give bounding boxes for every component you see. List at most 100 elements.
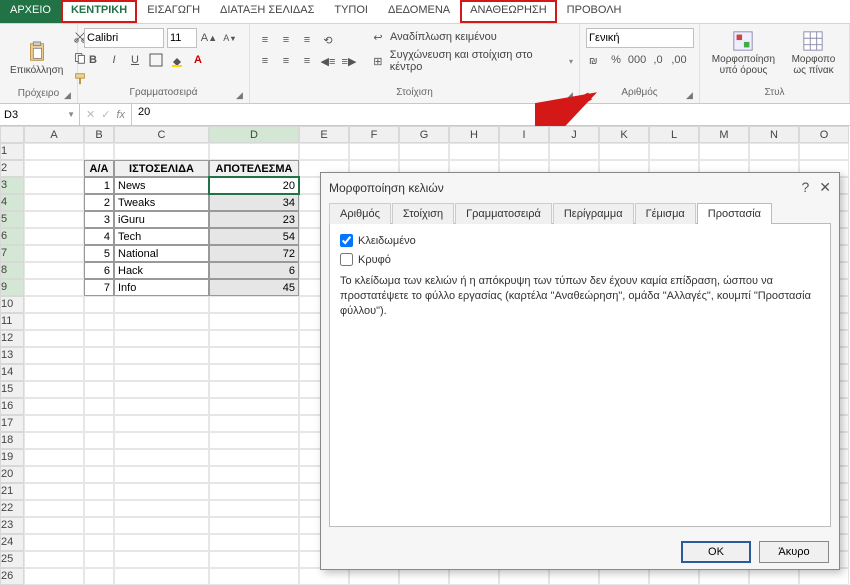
align-middle-button[interactable]: ≡ xyxy=(277,31,295,49)
cell-D23[interactable] xyxy=(209,517,299,534)
hidden-checkbox[interactable] xyxy=(340,253,353,266)
border-button[interactable] xyxy=(147,51,165,69)
cell-B9[interactable]: 7 xyxy=(84,279,114,296)
cell-N1[interactable] xyxy=(749,143,799,160)
cell-B10[interactable] xyxy=(84,296,114,313)
col-header-E[interactable]: E xyxy=(299,126,349,143)
font-name-select[interactable] xyxy=(84,28,164,48)
tab-review[interactable]: ΑΝΑΘΕΩΡΗΣΗ xyxy=(460,0,557,23)
cell-C3[interactable]: News xyxy=(114,177,209,194)
cell-D3[interactable]: 20 xyxy=(209,177,299,194)
dialog-tab-fill[interactable]: Γέμισμα xyxy=(635,203,696,224)
cell-C2[interactable]: ΙΣΤΟΣΕΛΙΔΑ xyxy=(114,160,209,177)
cell-D15[interactable] xyxy=(209,381,299,398)
cell-D6[interactable]: 54 xyxy=(209,228,299,245)
cell-O1[interactable] xyxy=(799,143,849,160)
cell-C21[interactable] xyxy=(114,483,209,500)
enter-formula-icon[interactable]: ✓ xyxy=(101,108,110,121)
align-dialog-launcher[interactable]: ◢ xyxy=(566,90,577,101)
col-header-M[interactable]: M xyxy=(699,126,749,143)
cell-I1[interactable] xyxy=(499,143,549,160)
col-header-C[interactable]: C xyxy=(114,126,209,143)
increase-decimal-button[interactable]: ,0 xyxy=(649,51,667,69)
row-header-8[interactable]: 8 xyxy=(0,262,24,279)
cell-A24[interactable] xyxy=(24,534,84,551)
cell-B15[interactable] xyxy=(84,381,114,398)
orientation-button[interactable]: ⟲ xyxy=(319,31,337,49)
row-header-19[interactable]: 19 xyxy=(0,449,24,466)
col-header-I[interactable]: I xyxy=(499,126,549,143)
shrink-font-button[interactable]: A▼ xyxy=(221,29,239,47)
cell-C20[interactable] xyxy=(114,466,209,483)
cell-D16[interactable] xyxy=(209,398,299,415)
cancel-formula-icon[interactable]: ✕ xyxy=(86,108,95,121)
cell-A6[interactable] xyxy=(24,228,84,245)
cell-B24[interactable] xyxy=(84,534,114,551)
cell-C6[interactable]: Tech xyxy=(114,228,209,245)
clipboard-dialog-launcher[interactable]: ◢ xyxy=(64,90,75,101)
align-right-button[interactable]: ≡ xyxy=(298,52,316,70)
dialog-tab-font[interactable]: Γραμματοσειρά xyxy=(455,203,552,224)
row-header-17[interactable]: 17 xyxy=(0,415,24,432)
font-dialog-launcher[interactable]: ◢ xyxy=(236,90,247,101)
tab-home[interactable]: ΚΕΝΤΡΙΚΗ xyxy=(61,0,137,23)
cell-A8[interactable] xyxy=(24,262,84,279)
cell-A25[interactable] xyxy=(24,551,84,568)
cell-C22[interactable] xyxy=(114,500,209,517)
cell-A5[interactable] xyxy=(24,211,84,228)
comma-button[interactable]: 000 xyxy=(628,51,646,69)
cell-A23[interactable] xyxy=(24,517,84,534)
cell-D17[interactable] xyxy=(209,415,299,432)
row-header-21[interactable]: 21 xyxy=(0,483,24,500)
cell-C7[interactable]: National xyxy=(114,245,209,262)
cell-B3[interactable]: 1 xyxy=(84,177,114,194)
cell-D8[interactable]: 6 xyxy=(209,262,299,279)
wrap-text-button[interactable]: Αναδίπλωση κειμένου xyxy=(390,31,497,43)
cell-A19[interactable] xyxy=(24,449,84,466)
tab-pagelayout[interactable]: ΔΙΑΤΑΞΗ ΣΕΛΙΔΑΣ xyxy=(210,0,324,23)
cell-A14[interactable] xyxy=(24,364,84,381)
row-header-15[interactable]: 15 xyxy=(0,381,24,398)
cell-A15[interactable] xyxy=(24,381,84,398)
cell-C11[interactable] xyxy=(114,313,209,330)
row-header-23[interactable]: 23 xyxy=(0,517,24,534)
cell-C1[interactable] xyxy=(114,143,209,160)
row-header-11[interactable]: 11 xyxy=(0,313,24,330)
underline-button[interactable]: U xyxy=(126,51,144,69)
cell-B16[interactable] xyxy=(84,398,114,415)
align-center-button[interactable]: ≡ xyxy=(277,52,295,70)
cell-D12[interactable] xyxy=(209,330,299,347)
row-header-22[interactable]: 22 xyxy=(0,500,24,517)
cell-A1[interactable] xyxy=(24,143,84,160)
cell-C15[interactable] xyxy=(114,381,209,398)
cell-C10[interactable] xyxy=(114,296,209,313)
cell-C19[interactable] xyxy=(114,449,209,466)
merge-center-button[interactable]: Συγχώνευση και στοίχιση στο κέντρο xyxy=(390,49,566,73)
cell-D21[interactable] xyxy=(209,483,299,500)
cell-C18[interactable] xyxy=(114,432,209,449)
italic-button[interactable]: I xyxy=(105,51,123,69)
locked-checkbox[interactable] xyxy=(340,234,353,247)
cell-A11[interactable] xyxy=(24,313,84,330)
tab-data[interactable]: ΔΕΔΟΜΕΝΑ xyxy=(378,0,460,23)
dialog-cancel-button[interactable]: Άκυρο xyxy=(759,541,829,563)
cell-A22[interactable] xyxy=(24,500,84,517)
row-header-3[interactable]: 3 xyxy=(0,177,24,194)
cell-D13[interactable] xyxy=(209,347,299,364)
decrease-decimal-button[interactable]: ,00 xyxy=(670,51,688,69)
row-header-5[interactable]: 5 xyxy=(0,211,24,228)
row-header-6[interactable]: 6 xyxy=(0,228,24,245)
dialog-tab-align[interactable]: Στοίχιση xyxy=(392,203,454,224)
fx-icon[interactable]: fx xyxy=(116,109,125,121)
cell-A10[interactable] xyxy=(24,296,84,313)
cell-B19[interactable] xyxy=(84,449,114,466)
name-box[interactable]: D3▼ xyxy=(0,104,80,125)
cell-D19[interactable] xyxy=(209,449,299,466)
cell-C23[interactable] xyxy=(114,517,209,534)
cell-C4[interactable]: Tweaks xyxy=(114,194,209,211)
cell-G1[interactable] xyxy=(399,143,449,160)
row-header-12[interactable]: 12 xyxy=(0,330,24,347)
row-header-9[interactable]: 9 xyxy=(0,279,24,296)
cell-A21[interactable] xyxy=(24,483,84,500)
dialog-tab-border[interactable]: Περίγραμμα xyxy=(553,203,634,224)
